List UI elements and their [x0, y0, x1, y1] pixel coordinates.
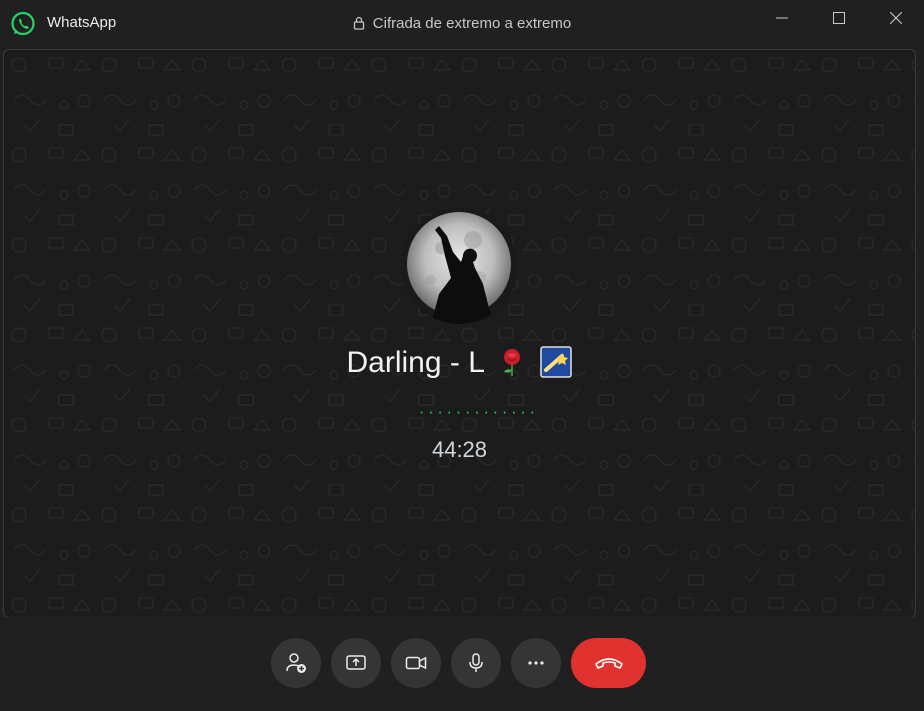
minimize-button[interactable]: [759, 0, 805, 36]
maximize-button[interactable]: [816, 0, 862, 36]
minimize-icon: [776, 17, 788, 19]
call-controls: [0, 617, 924, 711]
add-person-icon: [286, 653, 306, 673]
call-status-indicator: ·············: [418, 406, 538, 420]
end-call-button[interactable]: [571, 638, 646, 688]
lock-icon: [353, 16, 364, 30]
more-icon: [528, 661, 544, 665]
encryption-text: Cifrada de extremo a extremo: [372, 15, 572, 32]
more-options-button[interactable]: [511, 638, 561, 688]
share-screen-icon: [346, 655, 366, 670]
call-duration: 44:28: [431, 437, 488, 462]
rose-emoji-icon: [504, 349, 521, 376]
shooting-star-emoji-icon: [540, 346, 573, 378]
close-button[interactable]: [873, 0, 919, 36]
contact-name: Darling - L: [4, 346, 915, 380]
add-participant-button[interactable]: [271, 638, 321, 688]
hang-up-icon: [594, 658, 623, 669]
microphone-icon: [469, 653, 483, 672]
video-button[interactable]: [391, 638, 441, 688]
title-bar: WhatsApp Cifrada de extremo a extremo: [0, 0, 924, 48]
maximize-icon: [833, 12, 845, 24]
contact-name-text: Darling - L: [346, 346, 484, 379]
share-screen-button[interactable]: [331, 638, 381, 688]
contact-avatar: [401, 208, 517, 324]
avatar-image: [401, 208, 517, 324]
doodle-background: [4, 50, 915, 617]
close-icon: [890, 12, 902, 24]
call-stage: Darling - L ············· 44:28: [3, 49, 916, 618]
microphone-button[interactable]: [451, 638, 501, 688]
video-camera-icon: [405, 656, 427, 670]
